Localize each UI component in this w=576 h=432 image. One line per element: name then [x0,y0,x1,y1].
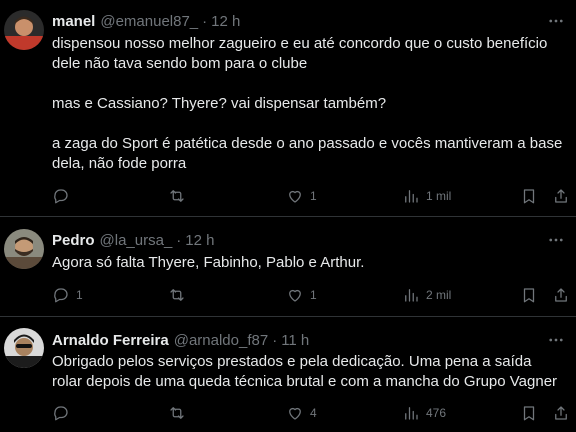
tweet-actions: 1 1 2 mil [44,283,574,307]
tweet-actions: 4 476 [44,401,574,425]
more-icon [549,238,563,242]
timestamp[interactable]: 12 h [185,232,214,249]
like-icon [289,190,301,203]
author-handle[interactable]: @arnaldo_f87 [174,332,268,349]
views-icon [405,407,418,420]
views-count: 476 [426,406,447,420]
share-icon [555,189,567,203]
tweet-header: manel @emanuel87_ · 12 h [52,11,240,31]
tweet-line: dele não tava sendo bom para o clube [52,55,308,72]
tweet-header: Arnaldo Ferreira @arnaldo_f87 · 11 h [52,330,309,350]
more-button[interactable] [546,11,566,31]
share-button[interactable] [552,184,570,208]
views-icon [405,190,418,203]
bookmark-icon [523,189,535,204]
tweet-line: mas e Cassiano? Thyere? vai dispensar ta… [52,95,387,112]
reply-button[interactable] [52,401,76,425]
avatar[interactable] [4,328,44,368]
views-count: 1 mil [426,189,452,203]
tweet[interactable]: Pedro @la_ursa_ · 12 h Agora só falta Th… [0,218,576,317]
tweet[interactable]: manel @emanuel87_ · 12 h dispensou nosso… [0,0,576,217]
author-name[interactable]: Arnaldo Ferreira [52,332,169,349]
like-count: 4 [310,406,317,420]
author-handle[interactable]: @la_ursa_ [100,232,173,249]
share-icon [555,288,567,302]
tweet-line: dispensou nosso melhor zagueiro e eu até… [52,35,548,52]
tweet-header: Pedro @la_ursa_ · 12 h [52,230,215,250]
author-name[interactable]: manel [52,13,95,30]
views-button[interactable]: 1 mil [402,184,451,208]
separator-dot: · [176,231,182,249]
like-count: 1 [310,189,317,203]
tweet-actions: 1 1 mil [44,184,574,208]
tweet-line: Obrigado pelos serviços prestados e pela… [52,353,532,370]
bookmark-icon [523,406,535,421]
avatar[interactable] [4,10,44,50]
avatar-image [4,229,44,269]
like-icon [289,407,301,420]
reply-count: 1 [76,288,83,302]
tweet-line: a zaga do Sport é patética desde o ano p… [52,135,563,152]
retweet-button[interactable] [168,184,192,208]
share-button[interactable] [552,401,570,425]
avatar-image [4,10,44,50]
tweet-text: Obrigado pelos serviços prestados e pela… [52,352,572,392]
like-button[interactable]: 4 [286,401,317,425]
tweet-text: dispensou nosso melhor zagueiro e eu até… [52,34,572,174]
views-button[interactable]: 476 [402,401,446,425]
retweet-icon [170,407,184,419]
author-handle[interactable]: @emanuel87_ [100,13,198,30]
tweet-line: Agora só falta Thyere, Fabinho, Pablo e … [52,254,365,271]
more-icon [549,338,563,342]
avatar[interactable] [4,229,44,269]
timestamp[interactable]: 11 h [281,332,309,349]
retweet-icon [170,190,184,202]
separator-dot: · [202,12,208,30]
like-button[interactable]: 1 [286,184,317,208]
reply-button[interactable]: 1 [52,283,83,307]
tweet-text: Agora só falta Thyere, Fabinho, Pablo e … [52,253,572,273]
more-icon [549,19,563,23]
author-name[interactable]: Pedro [52,232,95,249]
views-button[interactable]: 2 mil [402,283,451,307]
reply-icon [54,406,68,421]
more-button[interactable] [546,230,566,250]
tweet-line: rolar depois de uma queda técnica brutal… [52,373,558,390]
bookmark-button[interactable] [520,184,538,208]
separator-dot: · [272,331,278,349]
bookmark-button[interactable] [520,401,538,425]
bookmark-icon [523,288,535,303]
like-button[interactable]: 1 [286,283,317,307]
reply-icon [54,189,68,204]
reply-button[interactable] [52,184,76,208]
more-button[interactable] [546,330,566,350]
retweet-icon [170,289,184,301]
retweet-button[interactable] [168,401,192,425]
avatar-image [4,328,44,368]
like-icon [289,289,301,302]
reply-icon [54,288,68,303]
retweet-button[interactable] [168,283,192,307]
views-count: 2 mil [426,288,452,302]
timestamp[interactable]: 12 h [211,13,240,30]
bookmark-button[interactable] [520,283,538,307]
share-icon [555,406,567,420]
views-icon [405,289,418,302]
share-button[interactable] [552,283,570,307]
tweet-line: dela, não fode porra [52,155,187,172]
tweet[interactable]: Arnaldo Ferreira @arnaldo_f87 · 11 h Obr… [0,318,576,432]
like-count: 1 [310,288,317,302]
